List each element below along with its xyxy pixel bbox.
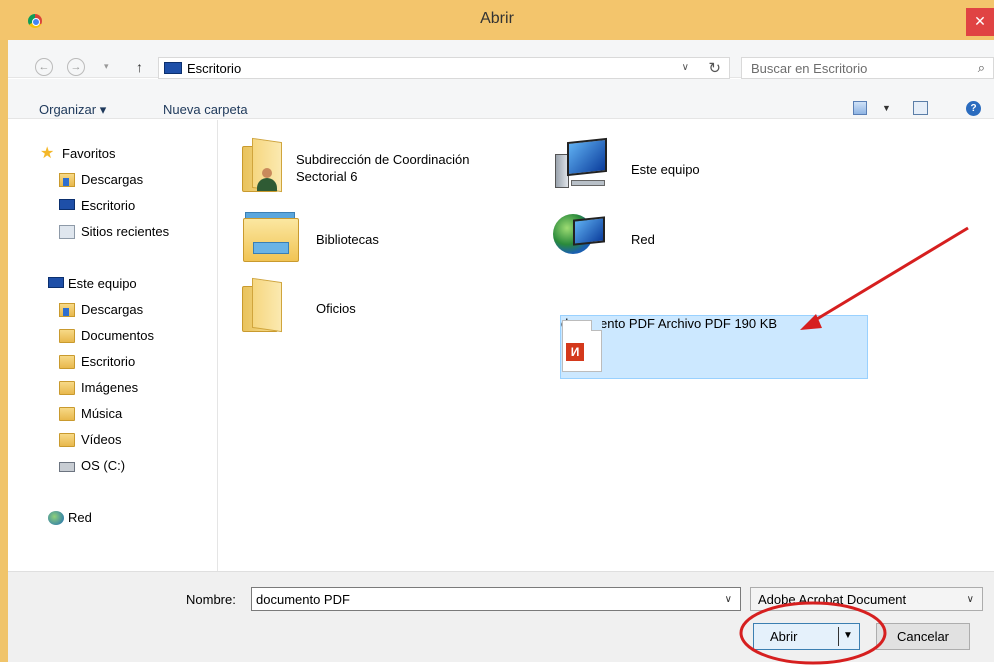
filename-value: documento PDF — [256, 592, 350, 607]
refresh-icon[interactable]: ↻ — [708, 59, 721, 77]
pdf-file-icon: И — [562, 320, 602, 372]
item-name: Este equipo — [631, 162, 700, 177]
address-bar-row: ← → ▾ ↑ Escritorio ∨ ↻ Buscar en Escrito… — [8, 40, 994, 79]
desktop-icon — [59, 199, 75, 210]
back-button[interactable]: ← — [35, 58, 53, 76]
folder-icon — [242, 277, 284, 333]
star-icon: ★ — [40, 145, 55, 162]
list-item[interactable]: Este equipo — [553, 137, 853, 204]
window-title: Abrir — [480, 10, 514, 27]
navigation-pane: ★ Favoritos Descargas Escritorio Sitios … — [8, 120, 218, 571]
list-item-selected[interactable]: И documento PDF Archivo PDF 190 KB — [560, 315, 868, 379]
list-item[interactable]: Bibliotecas — [219, 210, 519, 274]
filetype-select[interactable]: Adobe Acrobat Document ∨ — [750, 587, 983, 611]
item-name: Red — [631, 232, 655, 247]
open-button[interactable]: Abrir ▼ — [753, 623, 860, 650]
file-list: Subdirección de Coordinación Sectorial 6… — [219, 120, 994, 571]
open-button-label: Abrir — [770, 629, 798, 644]
filetype-value: Adobe Acrobat Document — [758, 592, 907, 607]
item-name: Oficios — [316, 301, 356, 316]
close-button[interactable]: ✕ — [966, 8, 994, 36]
downloads-folder-icon — [59, 173, 75, 187]
list-item[interactable]: Oficios — [242, 277, 522, 344]
item-type: Archivo PDF — [657, 316, 731, 331]
list-item[interactable]: Subdirección de Coordinación Sectorial 6 — [242, 137, 522, 204]
help-icon[interactable]: ? — [966, 101, 981, 116]
title-bar: Abrir ✕ — [0, 0, 994, 40]
forward-button[interactable]: → — [67, 58, 85, 76]
documents-folder-icon — [59, 329, 75, 343]
drive-icon — [59, 462, 75, 472]
cancel-button[interactable]: Cancelar — [876, 623, 970, 650]
address-field[interactable]: Escritorio ∨ ↻ — [158, 57, 730, 79]
list-item[interactable]: Red — [553, 210, 853, 274]
item-name: Bibliotecas — [316, 232, 379, 247]
downloads-folder-icon — [59, 303, 75, 317]
item-name: Subdirección de Coordinación — [296, 152, 470, 167]
desktop-folder-icon — [59, 355, 75, 369]
recent-places-icon — [59, 225, 75, 239]
item-size: 190 KB — [734, 316, 778, 331]
music-folder-icon — [59, 407, 75, 421]
network-icon — [48, 511, 64, 525]
up-arrow-icon[interactable]: ↑ — [136, 59, 143, 75]
pdf-badge: И — [566, 343, 584, 361]
filename-field[interactable]: documento PDF ∨ — [251, 587, 741, 611]
network-icon — [553, 210, 611, 262]
filename-label: Nombre: — [186, 592, 236, 607]
computer-icon — [553, 137, 611, 192]
dialog-client-area: ← → ▾ ↑ Escritorio ∨ ↻ Buscar en Escrito… — [8, 40, 994, 662]
organize-button[interactable]: Organizar ▾ — [39, 102, 106, 118]
libraries-icon — [243, 210, 299, 262]
filetype-dropdown-icon[interactable]: ∨ — [967, 594, 974, 605]
footer-bar: Nombre: documento PDF ∨ Adobe Acrobat Do… — [8, 571, 994, 662]
address-dropdown-icon[interactable]: ∨ — [682, 62, 689, 73]
address-path: Escritorio — [187, 61, 242, 76]
recent-locations-icon[interactable]: ▾ — [104, 61, 109, 72]
user-folder-icon — [242, 137, 284, 193]
search-input[interactable]: Buscar en Escritorio ⌕ — [741, 57, 994, 79]
view-dropdown-icon[interactable]: ▼ — [882, 103, 891, 113]
videos-folder-icon — [59, 433, 75, 447]
item-name-line2: Sectorial 6 — [296, 169, 358, 184]
pictures-folder-icon — [59, 381, 75, 395]
desktop-icon — [164, 62, 182, 74]
filename-dropdown-icon[interactable]: ∨ — [725, 594, 732, 605]
new-folder-button[interactable]: Nueva carpeta — [163, 102, 248, 117]
open-button-separator — [838, 627, 839, 646]
preview-pane-icon[interactable] — [913, 101, 928, 115]
change-view-icon[interactable] — [853, 101, 867, 115]
search-icon[interactable]: ⌕ — [978, 60, 985, 76]
computer-icon — [48, 277, 64, 288]
search-placeholder: Buscar en Escritorio — [751, 61, 868, 76]
command-toolbar: Organizar ▾ Nueva carpeta ▼ ? — [8, 79, 994, 119]
window-bottom-edge — [0, 662, 994, 670]
open-dropdown-icon[interactable]: ▼ — [843, 630, 853, 641]
